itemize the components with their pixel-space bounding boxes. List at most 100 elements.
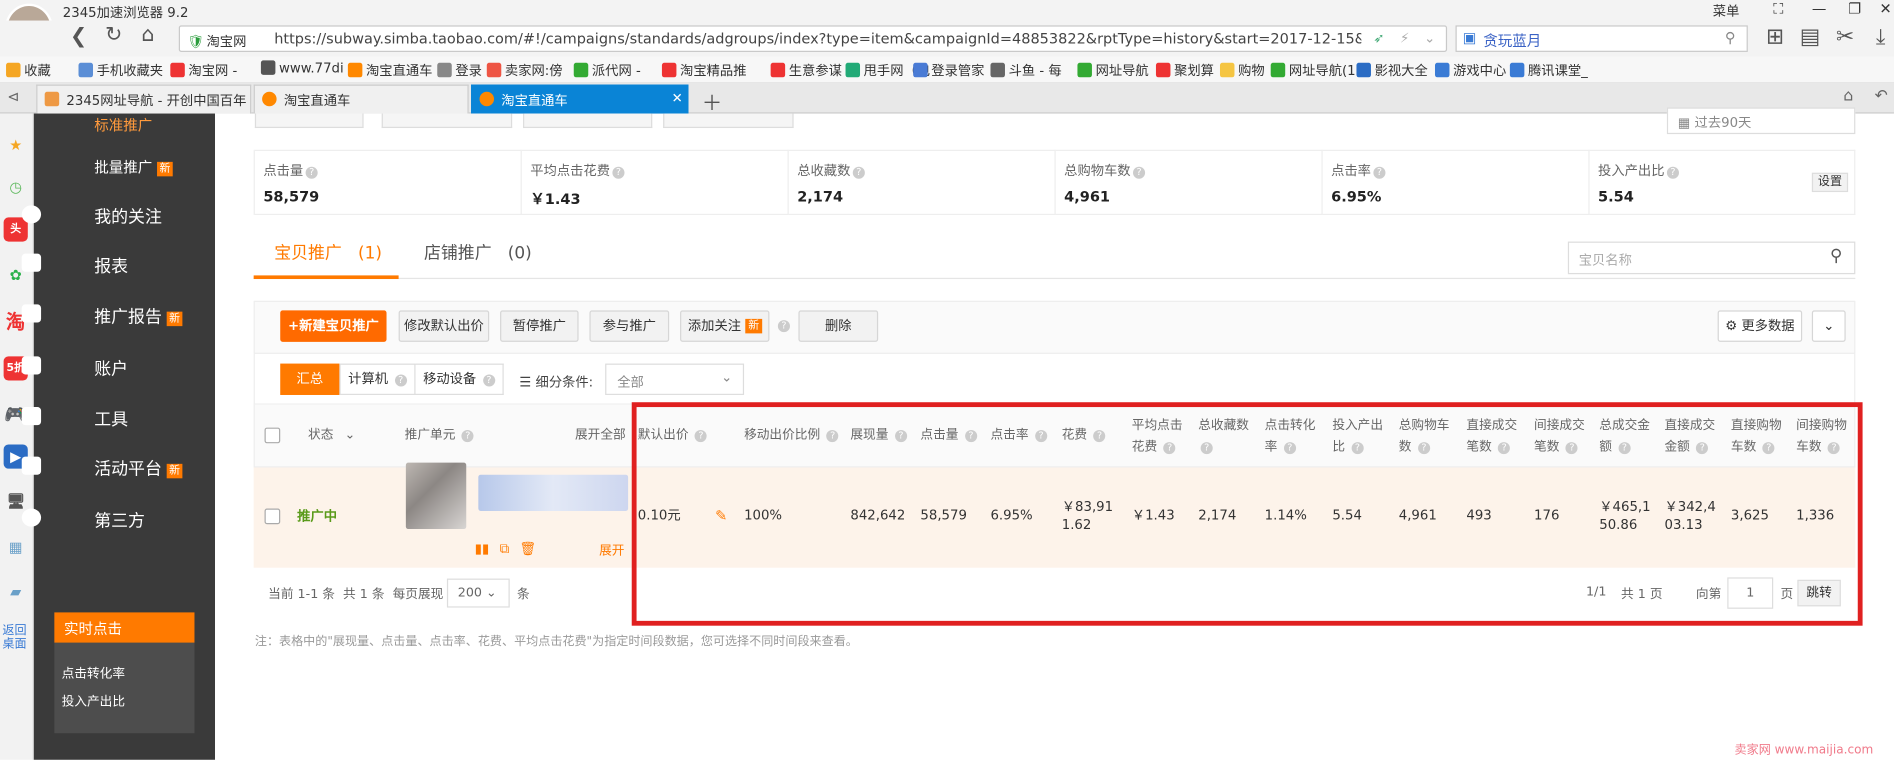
top-button-cut[interactable] xyxy=(663,113,794,129)
history-icon[interactable]: ◷ xyxy=(4,175,28,199)
bookmark-item[interactable]: 收藏 xyxy=(6,60,51,79)
filter-pc-button[interactable]: 计算机 ? xyxy=(339,363,416,395)
filter-summary-button[interactable]: 汇总 xyxy=(280,363,340,395)
help-icon[interactable]: ? xyxy=(777,320,790,333)
new-promotion-button[interactable]: +新建宝贝推广 xyxy=(280,310,387,342)
bookmark-item[interactable]: 腾讯课堂_ xyxy=(1509,60,1588,79)
tab-menu-icon[interactable]: ⌂ xyxy=(1843,87,1853,105)
help-icon[interactable]: ? xyxy=(1618,442,1631,455)
tab-2345-nav[interactable]: 2345网址导航 - 开创中国百年 xyxy=(36,84,252,114)
help-icon[interactable]: ? xyxy=(1034,430,1048,443)
undo-close-icon[interactable]: ↶ xyxy=(1875,87,1888,105)
url-text[interactable]: https://subway.simba.taobao.com/#!/campa… xyxy=(274,30,1361,47)
filter-mobile-button[interactable]: 移动设备 ? xyxy=(415,363,504,395)
help-icon[interactable]: ? xyxy=(1163,442,1176,455)
bookmark-item[interactable]: 淘宝网 - xyxy=(170,60,237,79)
help-icon[interactable]: ? xyxy=(1696,442,1709,455)
minimize-button[interactable]: — xyxy=(1812,0,1826,17)
sidebar-item-promo-report[interactable]: 推广报告新 xyxy=(94,304,183,328)
reader-icon[interactable]: ▤ xyxy=(1800,24,1821,49)
help-icon[interactable]: ? xyxy=(1351,442,1364,455)
lightning-icon[interactable]: ⚡ xyxy=(1400,30,1409,46)
trash-icon[interactable]: 🗑 xyxy=(519,541,536,557)
delete-button[interactable]: 删除 xyxy=(798,310,879,342)
bookmark-item[interactable]: 淘宝直通车 xyxy=(347,60,432,79)
apps-icon[interactable]: ⊞ xyxy=(1766,24,1784,49)
bookmark-item[interactable]: 聚划算 xyxy=(1155,60,1214,79)
bookmark-item[interactable]: 购物 xyxy=(1219,60,1265,79)
item-search-input[interactable]: 宝贝名称 xyxy=(1579,250,1632,269)
bookmark-item[interactable]: 生意参谋 xyxy=(770,60,842,79)
notebook-icon[interactable]: ▰ xyxy=(4,580,28,604)
tab-item-promotion[interactable]: 宝贝推广 (1) xyxy=(274,240,382,264)
product-thumbnail[interactable] xyxy=(405,462,629,530)
new-tab-button[interactable]: ＋ xyxy=(702,86,723,116)
help-icon[interactable]: ? xyxy=(894,430,907,443)
help-icon[interactable]: ? xyxy=(612,166,625,179)
help-icon[interactable]: ? xyxy=(461,430,474,443)
top-button-cut[interactable] xyxy=(254,113,364,129)
tab-shop-promotion[interactable]: 店铺推广 (0) xyxy=(424,240,532,264)
calculator-icon[interactable]: ▦ xyxy=(4,535,28,559)
help-icon[interactable]: ? xyxy=(305,166,318,179)
row-checkbox[interactable] xyxy=(264,508,281,525)
search-icon[interactable]: ⚲ xyxy=(1830,246,1842,265)
help-icon[interactable]: ? xyxy=(964,430,978,443)
scissors-icon[interactable]: ✂ xyxy=(1836,24,1854,49)
help-icon[interactable]: ? xyxy=(1827,442,1841,455)
row-expand-link[interactable]: 展开 xyxy=(599,541,624,559)
help-icon[interactable]: ? xyxy=(1666,166,1679,179)
bookmark-item[interactable]: 影视大全 xyxy=(1356,60,1428,79)
tab-ztc-active[interactable]: 淘宝直通车 ✕ xyxy=(471,84,689,114)
help-icon[interactable]: ? xyxy=(1200,442,1213,455)
page-size-select[interactable]: 200 ⌄ xyxy=(446,578,510,608)
search-input[interactable]: 贪玩蓝月 xyxy=(1483,30,1541,51)
favorites-icon[interactable]: ★ xyxy=(4,133,28,157)
pause-button[interactable]: 暂停推广 xyxy=(500,310,579,342)
bookmark-item[interactable]: 斗鱼 - 每 xyxy=(990,60,1062,79)
dropdown-icon[interactable]: ⌄ xyxy=(1424,30,1435,46)
help-icon[interactable]: ? xyxy=(1565,442,1578,455)
sidebar-item-activity[interactable]: 活动平台新 xyxy=(94,457,183,481)
sidebar-item-report[interactable]: 报表 xyxy=(94,254,128,278)
address-bar[interactable]: 🛡 淘宝网 https://subway.simba.taobao.com/#!/… xyxy=(178,25,1448,52)
menu-button[interactable]: 菜单 xyxy=(1713,1,1740,20)
pause-icon[interactable]: ▮▮ xyxy=(475,541,490,557)
bookmark-item[interactable]: 卖家网:傍 xyxy=(486,60,563,79)
help-icon[interactable]: ? xyxy=(826,430,839,443)
help-icon[interactable]: ? xyxy=(1762,442,1775,455)
date-range-select[interactable]: ▦ 过去90天 xyxy=(1666,107,1856,135)
help-icon[interactable]: ? xyxy=(852,166,865,179)
realtime-item-roi[interactable]: 投入产出比 xyxy=(62,692,125,710)
skin-icon[interactable]: ⛶ xyxy=(1773,0,1783,18)
copy-icon[interactable]: ⧉ xyxy=(500,541,509,557)
return-desktop-button[interactable]: 返回 桌面 xyxy=(0,624,29,651)
bookmark-item[interactable]: 派代网 - xyxy=(573,60,641,79)
top-button-cut[interactable] xyxy=(523,113,653,129)
expand-dropdown-button[interactable]: ⌄ xyxy=(1811,310,1846,342)
item-search-box[interactable]: 宝贝名称 ⚲ xyxy=(1567,241,1856,275)
top-button-cut[interactable] xyxy=(381,113,513,129)
close-window-button[interactable]: ✕ xyxy=(1879,0,1891,17)
more-data-button[interactable]: ⚙ 更多数据 xyxy=(1717,310,1803,342)
realtime-item-cvr[interactable]: 点击转化率 xyxy=(62,664,125,682)
bookmark-item[interactable]: 网址导航 xyxy=(1077,60,1149,79)
rocket-icon[interactable]: ➶ xyxy=(1373,30,1384,46)
bookmark-item[interactable]: 淘宝精品推 xyxy=(661,60,746,79)
help-icon[interactable]: ? xyxy=(1093,430,1106,443)
home-icon[interactable]: ⌂ xyxy=(141,23,154,47)
sidebar-item-follow[interactable]: 我的关注 xyxy=(94,204,162,228)
sidebar-item-standard[interactable]: 标准推广 xyxy=(94,115,152,136)
help-icon[interactable]: ? xyxy=(1373,166,1386,179)
download-icon[interactable]: ⤓ xyxy=(1876,24,1886,49)
browser-search-box[interactable]: ▣ 贪玩蓝月 ⚲ xyxy=(1455,25,1748,52)
sort-chevron-icon[interactable]: ⌄ xyxy=(345,428,356,442)
sidebar-item-batch[interactable]: 批量推广新 xyxy=(94,157,173,178)
help-icon[interactable]: ? xyxy=(1283,442,1296,455)
tab-ztc-1[interactable]: 淘宝直通车 xyxy=(253,84,469,114)
edit-default-bid-button[interactable]: 修改默认出价 xyxy=(398,310,490,342)
bookmark-item[interactable]: 登录 xyxy=(437,60,482,79)
bookmark-item[interactable]: 网址导航(1 xyxy=(1270,60,1356,79)
back-icon[interactable]: ❮ xyxy=(70,24,87,48)
bookmark-item[interactable]: 登录管家 xyxy=(913,60,984,79)
